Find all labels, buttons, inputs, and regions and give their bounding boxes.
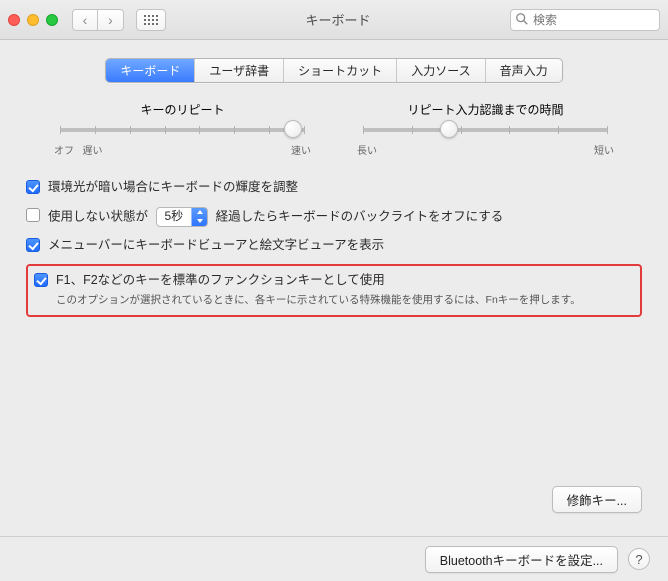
nav-buttons: ‹ › xyxy=(72,9,124,31)
tab-shortcuts[interactable]: ショートカット xyxy=(284,59,397,82)
search-input[interactable] xyxy=(510,9,660,31)
minimize-icon[interactable] xyxy=(27,14,39,26)
search-field-wrap xyxy=(510,9,660,31)
tab-bar: キーボード ユーザ辞書 ショートカット 入力ソース 音声入力 xyxy=(20,58,648,83)
window-title: キーボード xyxy=(174,10,502,29)
idle-prefix: 使用しない状態が xyxy=(48,209,148,223)
close-icon[interactable] xyxy=(8,14,20,26)
back-button[interactable]: ‹ xyxy=(72,9,98,31)
chevron-right-icon: › xyxy=(108,12,113,28)
row-fnkeys-highlight: F1、F2などのキーを標準のファンクションキーとして使用 このオプションが選択さ… xyxy=(26,264,642,317)
idle-stepper[interactable]: 5秒 xyxy=(156,207,209,227)
option-rows: 環境光が暗い場合にキーボードの輝度を調整 使用しない状態が 5秒 経過したらキー… xyxy=(20,179,648,317)
delay-block: リピート入力認識までの時間 長い 短い xyxy=(353,101,618,157)
checkbox-fnkeys[interactable] xyxy=(34,273,48,287)
content: キーボード ユーザ辞書 ショートカット 入力ソース 音声入力 キーのリピート オ… xyxy=(0,40,668,317)
segmented-control: キーボード ユーザ辞書 ショートカット 入力ソース 音声入力 xyxy=(105,58,562,83)
row-fnkeys: F1、F2などのキーを標準のファンクションキーとして使用 xyxy=(34,272,634,290)
label-viewer: メニューバーにキーボードビューアと絵文字ビューアを表示 xyxy=(48,237,384,255)
footer: Bluetoothキーボードを設定... ? xyxy=(0,536,668,581)
label-brightness: 環境光が暗い場合にキーボードの輝度を調整 xyxy=(48,179,298,197)
row-viewer: メニューバーにキーボードビューアと絵文字ビューアを表示 xyxy=(26,237,642,255)
search-icon xyxy=(515,12,529,26)
label-idle: 使用しない状態が 5秒 経過したらキーボードのバックライトをオフにする xyxy=(48,207,503,227)
checkbox-idle[interactable] xyxy=(26,208,40,222)
key-repeat-slow-label: 遅い xyxy=(83,142,103,157)
delay-short-label: 短い xyxy=(594,142,614,157)
checkbox-brightness[interactable] xyxy=(26,180,40,194)
key-repeat-thumb[interactable] xyxy=(284,120,302,138)
sliders-row: キーのリピート オフ 遅い 速い リピート入力認識までの時間 長い 短い xyxy=(20,101,648,157)
modifier-keys-button[interactable]: 修飾キー... xyxy=(552,486,642,513)
key-repeat-block: キーのリピート オフ 遅い 速い xyxy=(50,101,315,157)
forward-button[interactable]: › xyxy=(98,9,124,31)
key-repeat-fast-label: 速い xyxy=(291,142,311,157)
zoom-icon[interactable] xyxy=(46,14,58,26)
tab-user-dict[interactable]: ユーザ辞書 xyxy=(195,59,284,82)
window-controls xyxy=(8,14,58,26)
delay-label: リピート入力認識までの時間 xyxy=(353,101,618,118)
help-icon: ? xyxy=(635,552,642,567)
idle-suffix: 経過したらキーボードのバックライトをオフにする xyxy=(216,209,504,223)
fnkeys-subtext: このオプションが選択されているときに、各キーに示されている特殊機能を使用するには… xyxy=(56,292,634,307)
stepper-arrows-icon[interactable] xyxy=(191,208,207,226)
chevron-left-icon: ‹ xyxy=(83,12,88,28)
delay-slider[interactable] xyxy=(363,128,608,132)
label-fnkeys: F1、F2などのキーを標準のファンクションキーとして使用 xyxy=(56,272,385,290)
tab-dictation[interactable]: 音声入力 xyxy=(486,59,562,82)
delay-long-label: 長い xyxy=(357,142,377,157)
checkbox-viewer[interactable] xyxy=(26,238,40,252)
tab-input-sources[interactable]: 入力ソース xyxy=(397,59,485,82)
grid-icon xyxy=(144,15,158,25)
key-repeat-slider[interactable] xyxy=(60,128,305,132)
key-repeat-off-label: オフ xyxy=(54,142,74,157)
bluetooth-keyboard-button[interactable]: Bluetoothキーボードを設定... xyxy=(425,546,618,573)
idle-value: 5秒 xyxy=(157,208,192,225)
show-all-button[interactable] xyxy=(136,9,166,31)
key-repeat-label: キーのリピート xyxy=(50,101,315,118)
delay-thumb[interactable] xyxy=(440,120,458,138)
titlebar: ‹ › キーボード xyxy=(0,0,668,40)
row-idle: 使用しない状態が 5秒 経過したらキーボードのバックライトをオフにする xyxy=(26,207,642,227)
help-button[interactable]: ? xyxy=(628,548,650,570)
row-brightness: 環境光が暗い場合にキーボードの輝度を調整 xyxy=(26,179,642,197)
tab-keyboard[interactable]: キーボード xyxy=(106,59,195,82)
